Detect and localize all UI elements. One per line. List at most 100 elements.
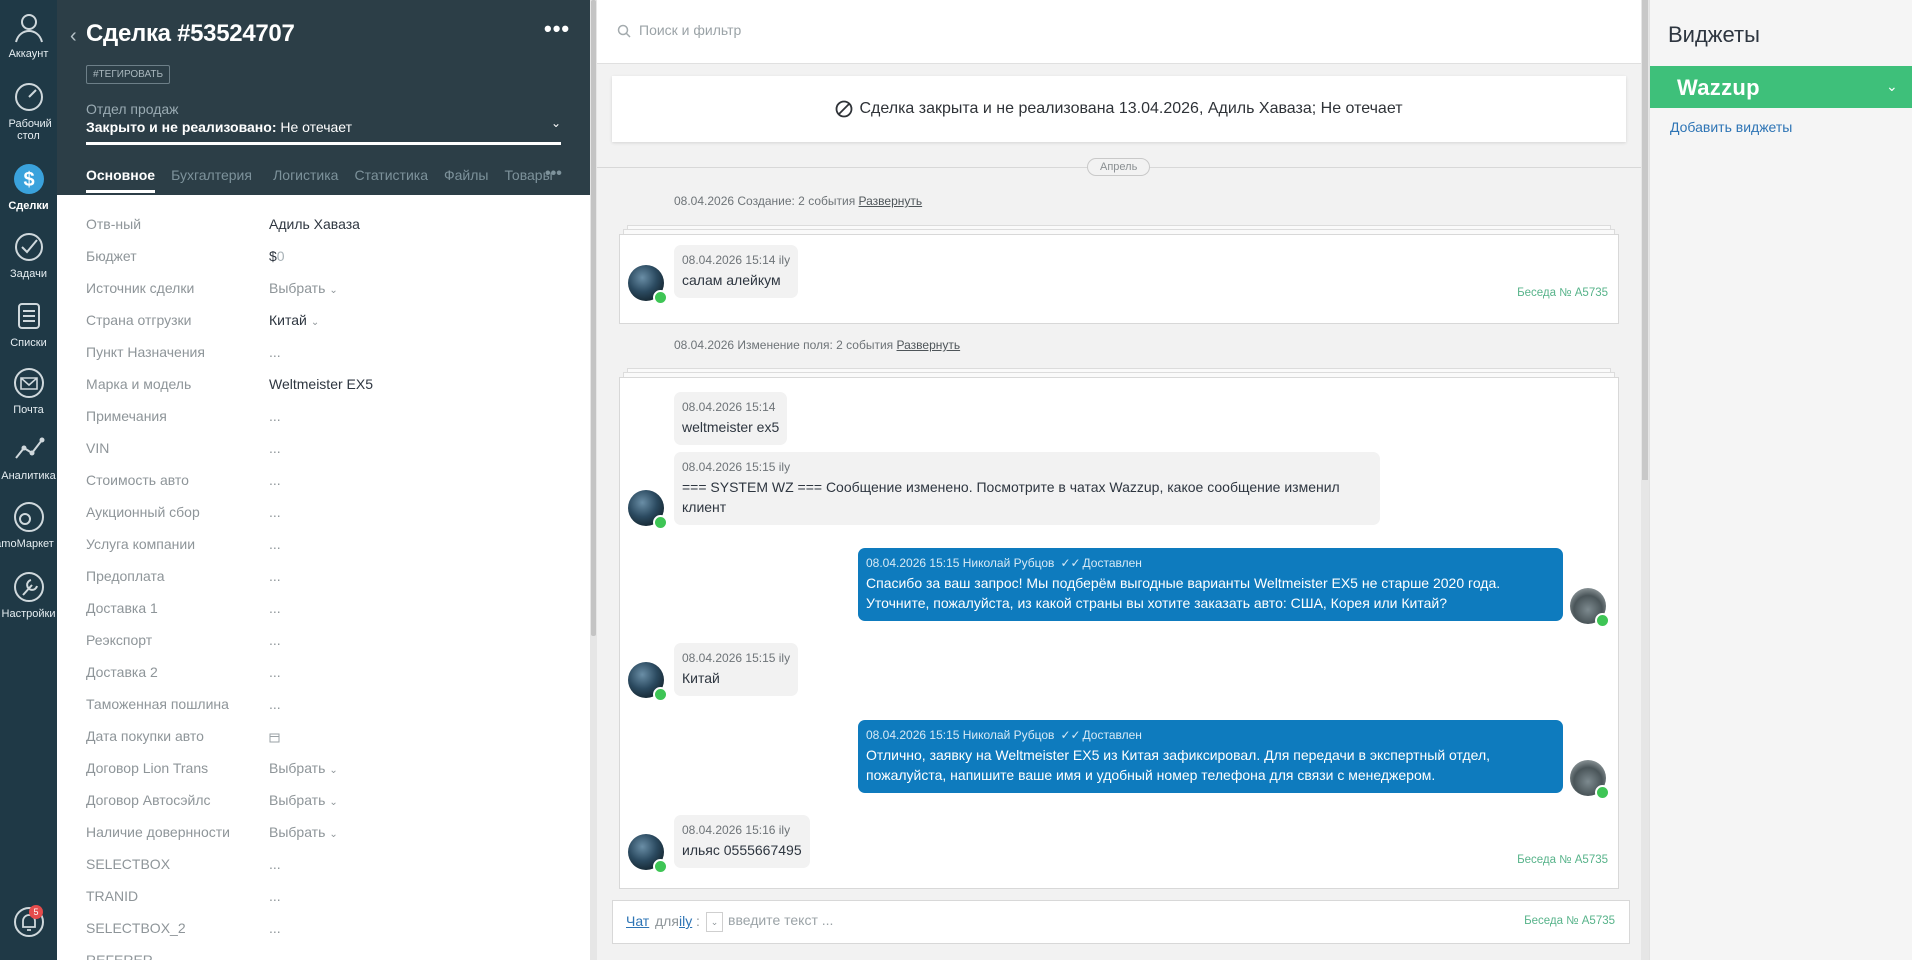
tab-accounting[interactable]: Бухгалтерия	[171, 165, 257, 193]
field-value[interactable]: Weltmeister EX5	[269, 376, 373, 392]
field-value[interactable]: ...	[269, 568, 281, 584]
manager-avatar	[1570, 760, 1610, 800]
field-label: Отв-ный	[86, 216, 142, 232]
message-meta: 08.04.2026 15:14 ily	[682, 253, 791, 267]
date-picker[interactable]	[269, 728, 280, 746]
nav-analytics[interactable]: Аналитика	[0, 432, 57, 482]
nav-account[interactable]: Аккаунт	[0, 10, 57, 60]
delivery-status: Доставлен	[1082, 556, 1142, 570]
field-value[interactable]: ...	[269, 344, 281, 360]
field-value[interactable]: ...	[269, 408, 281, 424]
field-value[interactable]: ...	[269, 536, 281, 552]
tab-logistics[interactable]: Логистика	[273, 165, 338, 193]
field-select[interactable]: Выбрать ⌄	[269, 792, 338, 808]
nav-settings[interactable]: Настройки	[0, 570, 57, 620]
field-value[interactable]: ...	[269, 632, 281, 648]
nav-mail[interactable]: Почта	[0, 366, 57, 416]
field-label: Наличие довернности	[86, 824, 230, 840]
field-value[interactable]: ...	[269, 472, 281, 488]
nav-deals-label: Сделки	[8, 200, 49, 212]
field-row: Реэкспорт...	[86, 632, 566, 664]
incoming-message: 08.04.2026 15:14 ily салам алейкум	[674, 245, 799, 298]
nav-market[interactable]: amoМаркет	[0, 500, 57, 550]
field-value[interactable]: ...	[269, 600, 281, 616]
field-value[interactable]: ...	[269, 696, 281, 712]
chat-block: 08.04.2026 15:14 weltmeister ex5 08.04.2…	[619, 377, 1619, 889]
scrollbar-thumb[interactable]	[1642, 0, 1648, 480]
field-row: Страна отгрузки Китай ⌄	[86, 312, 566, 344]
field-label: REFERER	[86, 952, 153, 960]
chat-type-link[interactable]: Чат	[626, 913, 649, 929]
nav-deals[interactable]: $ Сделки	[0, 162, 57, 212]
field-row: TRANID...	[86, 888, 566, 920]
chevron-down-icon[interactable]: ⌄	[551, 116, 561, 130]
chevron-down-icon: ⌄	[329, 765, 338, 776]
budget-field[interactable]: $0	[269, 248, 285, 264]
delivery-status: Доставлен	[1082, 728, 1142, 742]
field-value: Выбрать	[269, 760, 326, 776]
expand-link[interactable]: Развернуть	[897, 338, 961, 352]
events-group-note: 08.04.2026 Создание: 2 события Развернут…	[674, 194, 922, 208]
nav-notifications[interactable]: 5	[0, 905, 57, 943]
field-value[interactable]: ...	[269, 664, 281, 680]
prohibited-icon	[836, 100, 853, 118]
field-select[interactable]: Выбрать ⌄	[269, 824, 338, 840]
field-value[interactable]: ...	[269, 888, 281, 904]
field-value[interactable]: ...	[269, 920, 281, 936]
search-icon	[617, 24, 631, 38]
expand-link[interactable]: Развернуть	[859, 194, 923, 208]
events-group-text: 08.04.2026 Изменение поля: 2 события	[674, 338, 897, 352]
card-scrollbar[interactable]	[590, 0, 597, 960]
tab-statistics[interactable]: Статистика	[354, 165, 428, 193]
field-select[interactable]: Китай ⌄	[269, 312, 319, 328]
feed-scrollbar[interactable]	[1641, 0, 1649, 960]
field-row: Примечания...	[86, 408, 566, 440]
nav-lists[interactable]: Списки	[0, 299, 57, 349]
wazzup-widget[interactable]: Wazzup ⌄	[1650, 66, 1912, 108]
field-row: Доставка 1...	[86, 600, 566, 632]
whatsapp-icon	[1595, 613, 1610, 628]
tab-main[interactable]: Основное	[86, 165, 156, 193]
outgoing-message: 08.04.2026 15:15 Николай Рубцов ✓✓ Доставл…	[858, 720, 1563, 793]
check-icon	[14, 233, 43, 261]
nav-desktop-label: Рабочий стол	[8, 118, 52, 142]
field-value[interactable]: Адиль Хаваза	[269, 216, 360, 232]
closed-banner-text: Сделка закрыта и не реализована 13.04.20…	[859, 100, 1403, 117]
tag-button[interactable]: #ТЕГИРОВАТЬ	[86, 65, 171, 84]
field-value: Выбрать	[269, 792, 326, 808]
whatsapp-icon	[1595, 785, 1610, 800]
recipient-dropdown[interactable]: ⌄	[706, 912, 723, 932]
search-input[interactable]	[639, 22, 1239, 38]
whatsapp-icon	[653, 859, 668, 874]
closed-deal-banner: Сделка закрыта и не реализована 13.04.20…	[612, 76, 1626, 142]
message-input[interactable]	[728, 912, 1328, 928]
message-meta: 08.04.2026 15:15 ily	[682, 651, 791, 665]
field-row: REFERER	[86, 952, 566, 960]
field-value[interactable]: ...	[269, 440, 281, 456]
card-menu-button[interactable]: •••	[544, 16, 570, 42]
chat-block: 08.04.2026 15:14 ily салам алейкум Бесед…	[619, 234, 1619, 324]
tab-files[interactable]: Файлы	[444, 165, 488, 193]
whatsapp-icon	[653, 290, 668, 305]
nav-tasks[interactable]: Задачи	[0, 230, 57, 280]
field-label: SELECTBOX	[86, 856, 171, 872]
field-value[interactable]: ...	[269, 856, 281, 872]
deal-fields: Отв-ный Адиль Хаваза Бюджет $0 Источник сд…	[57, 195, 591, 960]
add-widgets-link[interactable]: Добавить виджеты	[1670, 119, 1792, 135]
events-group-note: 08.04.2026 Изменение поля: 2 события Раз…	[674, 338, 960, 352]
avatar	[628, 662, 668, 702]
field-value[interactable]: ...	[269, 504, 281, 520]
field-select[interactable]: Выбрать ⌄	[269, 280, 338, 296]
back-arrow-icon[interactable]: ‹	[70, 25, 77, 48]
field-select[interactable]: Выбрать ⌄	[269, 760, 338, 776]
deal-card-header: ‹ Сделка #53524707 ••• #ТЕГИРОВАТЬ Отдел…	[57, 0, 591, 195]
tabs-more-button[interactable]: •••	[545, 165, 562, 183]
currency-sign: $	[269, 248, 277, 264]
chevron-down-icon[interactable]: ⌄	[1886, 78, 1898, 95]
nav-desktop[interactable]: Рабочий стол	[0, 80, 57, 142]
pipeline-status-select[interactable]: Закрыто и не реализовано: Не отечает	[86, 119, 352, 135]
message-meta: 08.04.2026 15:15 Николай Рубцов ✓✓ Доставл…	[866, 728, 1555, 742]
recipient-link[interactable]: ily	[679, 913, 692, 929]
scrollbar-thumb[interactable]	[591, 0, 596, 636]
nav-tasks-label: Задачи	[10, 268, 47, 280]
